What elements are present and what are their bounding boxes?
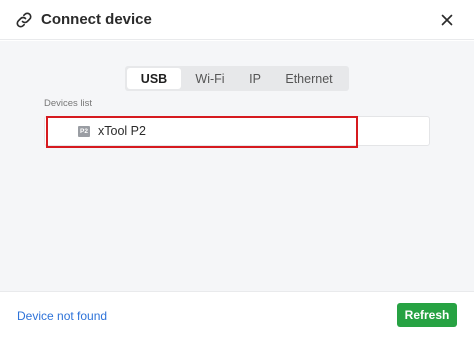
dialog-footer: Device not found Refresh: [0, 291, 474, 338]
device-not-found-link[interactable]: Device not found: [17, 309, 107, 323]
device-chip-icon: P2: [78, 126, 90, 137]
tab-ip[interactable]: IP: [239, 68, 271, 89]
tab-ethernet[interactable]: Ethernet: [271, 68, 347, 89]
devices-list-label: Devices list: [44, 98, 93, 109]
tab-usb[interactable]: USB: [127, 68, 181, 89]
link-icon: [16, 12, 32, 28]
device-item[interactable]: P2 xTool P2: [44, 116, 430, 146]
dialog-title: Connect device: [41, 11, 152, 28]
connection-tabs: USB Wi-Fi IP Ethernet: [125, 66, 349, 91]
close-icon[interactable]: [438, 11, 456, 29]
device-name: xTool P2: [98, 124, 146, 138]
dialog-body: USB Wi-Fi IP Ethernet Devices list P2 xT…: [0, 41, 474, 291]
dialog-header: Connect device: [0, 0, 474, 40]
refresh-button[interactable]: Refresh: [397, 303, 457, 327]
tab-wifi[interactable]: Wi-Fi: [181, 68, 239, 89]
